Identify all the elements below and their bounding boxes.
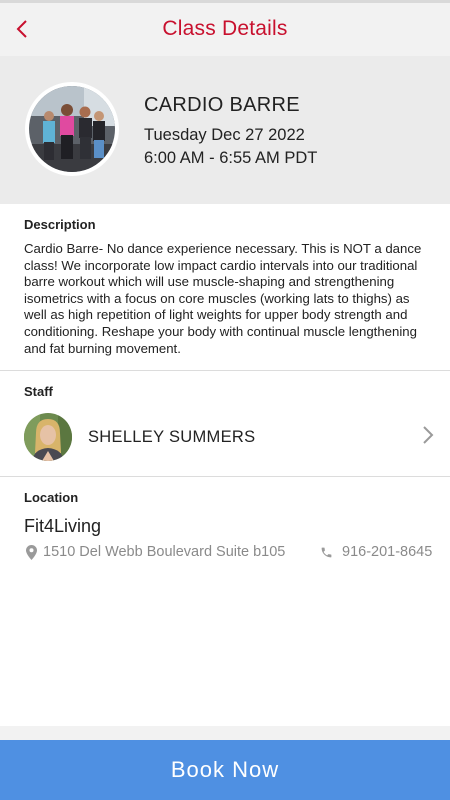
location-label: Location [24, 490, 79, 505]
chevron-right-icon[interactable] [420, 424, 436, 446]
staff-avatar [24, 413, 72, 461]
page-title: Class Details [162, 17, 288, 40]
divider [0, 476, 450, 477]
class-date: Tuesday Dec 27 2022 [144, 126, 305, 144]
staff-name: SHELLEY SUMMERS [88, 428, 256, 446]
location-name: Fit4Living [24, 516, 102, 536]
phone-icon [321, 547, 332, 557]
location-address-text: 1510 Del Webb Boulevard Suite b105 [43, 544, 286, 560]
book-now-button[interactable]: Book Now [0, 740, 450, 800]
location-phone[interactable]: 916-201-8645 [320, 544, 432, 560]
staff-row[interactable]: SHELLEY SUMMERS [0, 405, 450, 467]
footer-band [0, 726, 450, 740]
class-name: CARDIO BARRE [144, 94, 300, 116]
location-address[interactable]: 1510 Del Webb Boulevard Suite b105 [26, 544, 285, 560]
description-text: Cardio Barre- No dance experience necess… [24, 241, 422, 356]
description-label: Description [24, 217, 96, 232]
staff-label: Staff [24, 384, 53, 399]
map-pin-icon [26, 544, 37, 560]
class-photo-image [29, 86, 115, 172]
staff-avatar-image [24, 413, 72, 461]
location-phone-text: 916-201-8645 [342, 544, 433, 560]
nav-bar: Class Details [0, 0, 450, 56]
class-photo [25, 82, 119, 176]
divider [0, 370, 450, 371]
class-summary: CARDIO BARRE Tuesday Dec 27 2022 6:00 AM… [0, 56, 450, 204]
class-time: 6:00 AM - 6:55 AM PDT [144, 149, 318, 167]
